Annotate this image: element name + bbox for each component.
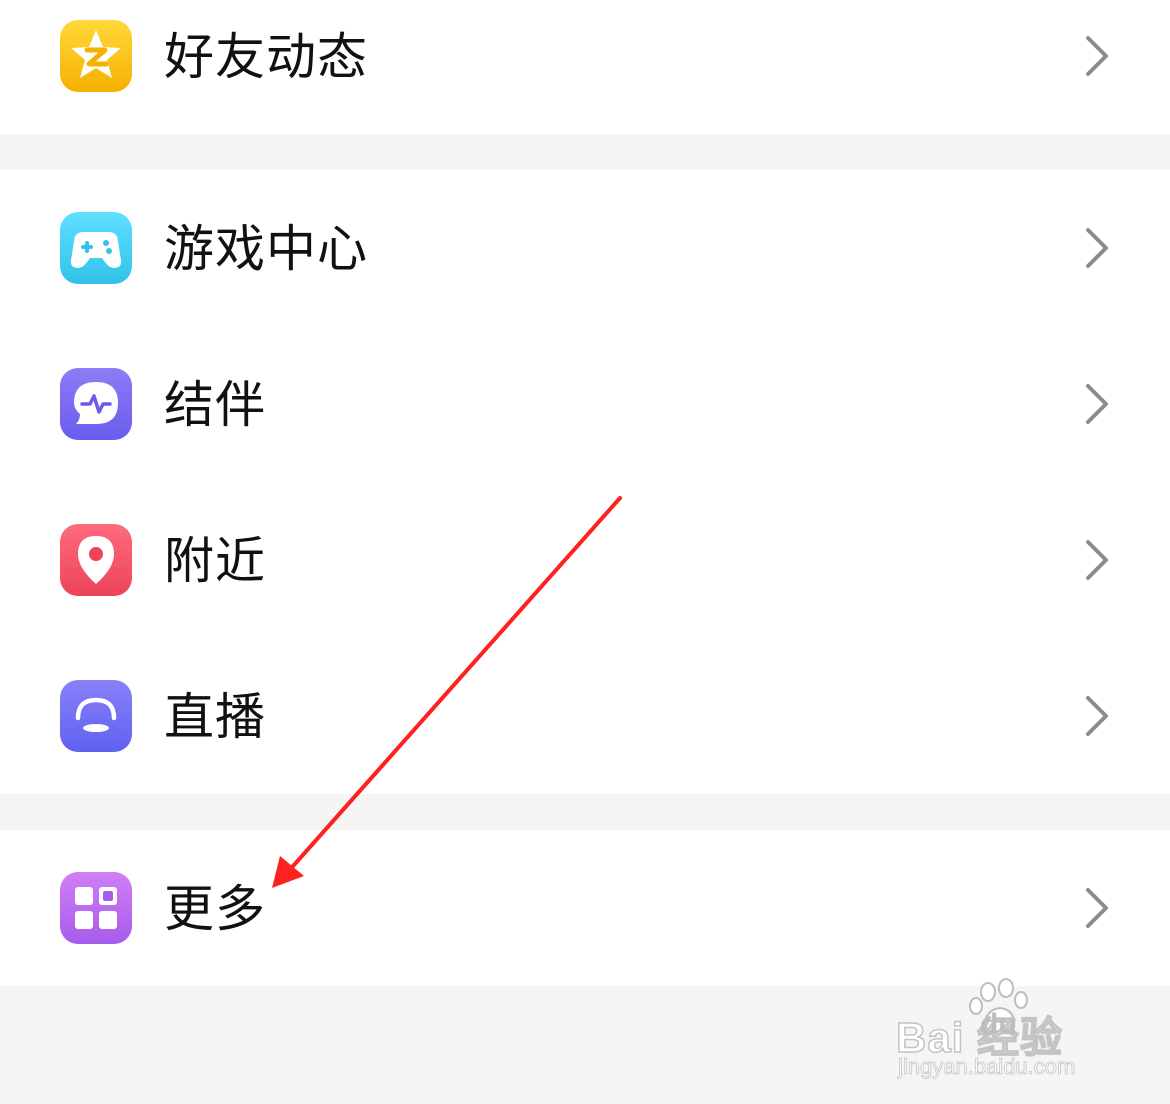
watermark-url: jingyan.baidu.com bbox=[898, 1054, 1076, 1080]
menu-group-1: 好友动态 bbox=[0, 0, 1170, 134]
menu-item-label: 附近 bbox=[164, 532, 266, 590]
qzone-star-icon bbox=[60, 20, 132, 92]
live-icon bbox=[60, 680, 132, 752]
watermark-brand-suffix: du bbox=[980, 1008, 1017, 1041]
menu-item-label: 更多 bbox=[164, 880, 266, 938]
menu-group-2: 游戏中心 结伴 附近 直播 bbox=[0, 170, 1170, 794]
chat-pulse-icon bbox=[60, 368, 132, 440]
menu-item-friend-feed[interactable]: 好友动态 bbox=[0, 0, 1170, 134]
menu-item-label: 直播 bbox=[164, 688, 266, 746]
menu-item-live[interactable]: 直播 bbox=[0, 638, 1170, 794]
chevron-right-icon bbox=[1082, 886, 1114, 930]
menu-item-game-center[interactable]: 游戏中心 bbox=[0, 170, 1170, 326]
gamepad-icon bbox=[60, 212, 132, 284]
chevron-right-icon bbox=[1082, 694, 1114, 738]
chevron-right-icon bbox=[1082, 34, 1114, 78]
menu-item-label: 游戏中心 bbox=[164, 220, 368, 278]
menu-item-label: 结伴 bbox=[164, 376, 266, 434]
menu-group-3: 更多 bbox=[0, 830, 1170, 986]
chevron-right-icon bbox=[1082, 226, 1114, 270]
chevron-right-icon bbox=[1082, 538, 1114, 582]
menu-item-companion[interactable]: 结伴 bbox=[0, 326, 1170, 482]
menu-item-nearby[interactable]: 附近 bbox=[0, 482, 1170, 638]
grid-icon bbox=[60, 872, 132, 944]
menu-item-label: 好友动态 bbox=[164, 28, 368, 86]
menu-item-more[interactable]: 更多 bbox=[0, 830, 1170, 986]
location-pin-icon bbox=[60, 524, 132, 596]
chevron-right-icon bbox=[1082, 382, 1114, 426]
baidu-jingyan-watermark: Bai 经验 jingyan.baidu.com du bbox=[895, 978, 1136, 1088]
